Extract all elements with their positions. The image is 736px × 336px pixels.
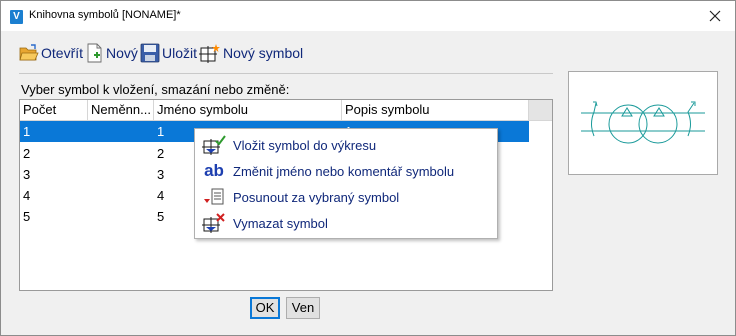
new-symbol-button[interactable]: Nový symbol — [199, 41, 303, 65]
context-menu: Vložit symbol do výkresu ab Změnit jméno… — [194, 128, 498, 239]
cell-count: 2 — [23, 146, 31, 161]
menu-item-move[interactable]: Posunout za vybraný symbol — [195, 184, 495, 210]
open-button[interactable]: Otevřít — [19, 41, 83, 65]
save-disk-icon — [140, 43, 160, 63]
save-label: Uložit — [162, 45, 198, 61]
new-file-icon — [87, 43, 102, 63]
header-filler — [529, 100, 552, 120]
menu-item-delete[interactable]: Vymazat symbol — [195, 210, 495, 236]
cell-name: 4 — [157, 188, 165, 203]
exit-button[interactable]: Ven — [286, 297, 320, 319]
new-symbol-label: Nový symbol — [223, 45, 304, 61]
cell-count: 3 — [23, 167, 31, 182]
col-header-count[interactable]: Počet — [20, 100, 88, 120]
delete-symbol-icon — [201, 212, 227, 234]
symbol-preview-drawing — [581, 101, 705, 144]
symbol-library-dialog: V Knihovna symbolů [NONAME]* Otevřít Nov… — [0, 0, 736, 336]
folder-open-icon — [19, 44, 39, 61]
cell-count: 5 — [23, 209, 31, 224]
close-button[interactable] — [701, 6, 729, 26]
toolbar: Otevřít Nový Uložit Nový symbol — [13, 41, 313, 65]
ok-button[interactable]: OK — [250, 297, 280, 319]
menu-item-insert-label: Vložit symbol do výkresu — [233, 137, 377, 153]
col-header-name[interactable]: Jméno symbolu — [154, 100, 342, 120]
menu-item-delete-label: Vymazat symbol — [233, 215, 328, 231]
menu-item-insert[interactable]: Vložit symbol do výkresu — [195, 132, 495, 158]
col-header-desc[interactable]: Popis symbolu — [342, 100, 529, 120]
cell-name: 2 — [157, 146, 165, 161]
new-symbol-icon — [199, 44, 220, 63]
col-header-fixed[interactable]: Neměnn... — [88, 100, 154, 120]
menu-item-rename-label: Změnit jméno nebo komentář symbolu — [233, 163, 455, 179]
close-icon — [709, 10, 721, 22]
rename-ab-icon: ab — [204, 161, 224, 180]
cell-count: 4 — [23, 188, 31, 203]
table-header: Počet Neměnn... Jméno symbolu Popis symb… — [20, 100, 552, 121]
title-bar: V Knihovna symbolů [NONAME]* — [1, 1, 735, 31]
new-label: Nový — [106, 45, 138, 61]
app-icon: V — [10, 10, 23, 24]
window-title: Knihovna symbolů [NONAME]* — [29, 9, 181, 21]
cell-name: 5 — [157, 209, 165, 224]
menu-item-move-label: Posunout za vybraný symbol — [233, 189, 400, 205]
move-symbol-icon — [201, 186, 227, 208]
cell-name: 3 — [157, 167, 165, 182]
new-button[interactable]: Nový — [86, 41, 138, 65]
open-label: Otevřít — [41, 45, 84, 61]
save-button[interactable]: Uložit — [140, 41, 197, 65]
symbol-preview — [568, 71, 718, 175]
insert-symbol-icon — [201, 134, 227, 156]
toolbar-separator — [19, 73, 553, 74]
menu-item-rename[interactable]: ab Změnit jméno nebo komentář symbolu — [195, 158, 495, 184]
instruction-label: Vyber symbol k vložení, smazání nebo změ… — [21, 82, 290, 97]
cell-count: 1 — [23, 124, 31, 139]
cell-name: 1 — [157, 124, 165, 139]
